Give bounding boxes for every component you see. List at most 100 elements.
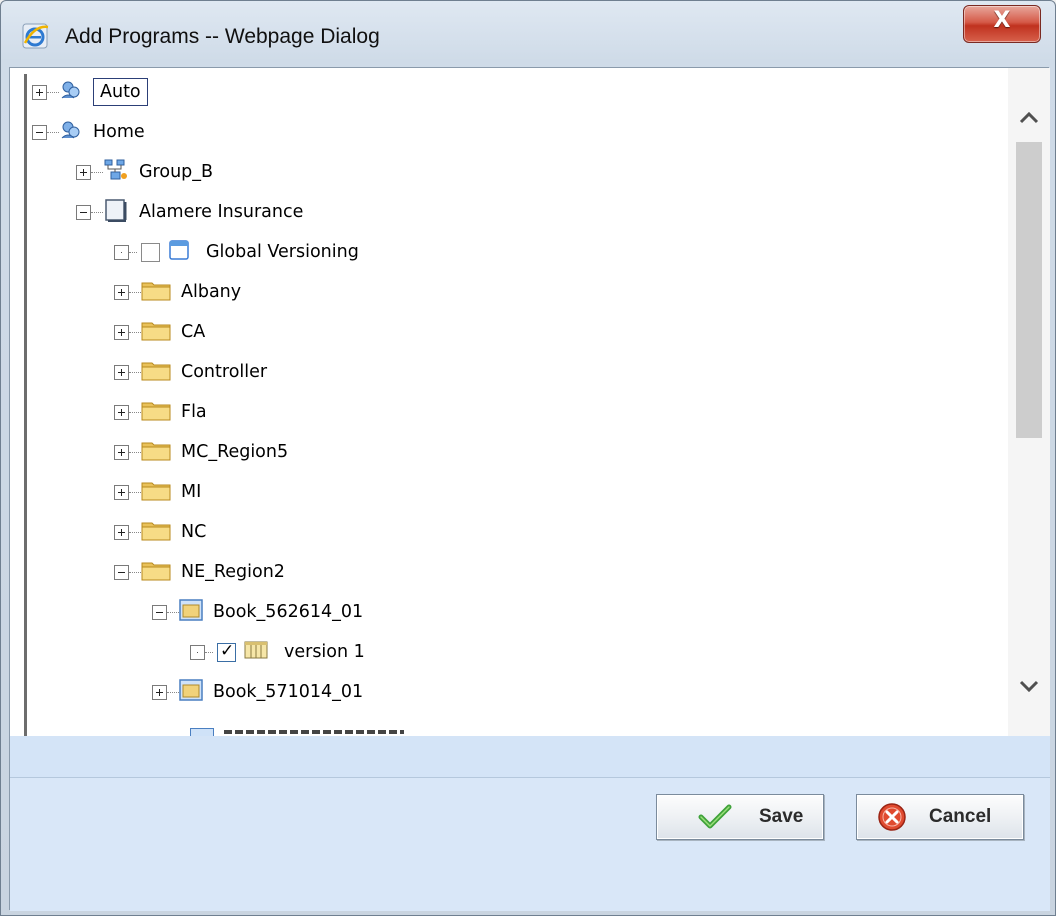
expand-plus-icon[interactable] bbox=[152, 684, 167, 700]
expand-plus-icon[interactable] bbox=[114, 364, 129, 380]
tree-node-label[interactable]: Home bbox=[93, 122, 145, 142]
tree-node-label[interactable]: NC bbox=[181, 522, 206, 542]
tree-node-partial bbox=[190, 728, 490, 736]
tree-node-label[interactable]: Book_562614_01 bbox=[213, 602, 363, 622]
cancel-button[interactable]: Cancel bbox=[856, 794, 1024, 840]
tree-node[interactable]: Group_B bbox=[76, 154, 213, 190]
title-bar[interactable]: Add Programs -- Webpage Dialog X bbox=[1, 1, 1056, 67]
book-icon bbox=[179, 599, 203, 625]
tree-node[interactable]: Book_562614_01 bbox=[152, 594, 363, 630]
collapse-minus-icon[interactable] bbox=[76, 204, 91, 220]
tree-node[interactable]: CA bbox=[114, 314, 205, 350]
internet-explorer-icon bbox=[22, 23, 49, 49]
save-button[interactable]: Save bbox=[656, 794, 824, 840]
tree-node[interactable]: Albany bbox=[114, 274, 241, 310]
tree-node-label[interactable]: Book_571014_01 bbox=[213, 682, 363, 702]
tree-connector bbox=[129, 492, 141, 493]
expand-plus-icon[interactable] bbox=[114, 524, 129, 540]
tree-connector bbox=[129, 372, 141, 373]
tree-node-label[interactable]: Global Versioning bbox=[206, 242, 359, 262]
expand-plus-icon[interactable] bbox=[114, 404, 129, 420]
tree-node[interactable]: ✓ version 1 bbox=[190, 634, 365, 670]
folder-icon bbox=[141, 279, 171, 305]
collapse-minus-icon[interactable] bbox=[32, 124, 47, 140]
tree-node-label[interactable]: Fla bbox=[181, 402, 207, 422]
cancel-icon bbox=[878, 803, 906, 831]
tree-node[interactable]: Auto bbox=[32, 74, 148, 110]
window-title: Add Programs -- Webpage Dialog bbox=[65, 25, 380, 48]
scroll-down-icon[interactable] bbox=[1008, 660, 1050, 720]
table-icon bbox=[244, 639, 268, 665]
checkmark-icon bbox=[698, 804, 732, 829]
network-group-icon bbox=[103, 158, 129, 186]
tree-node-label[interactable]: MC_Region5 bbox=[181, 442, 288, 462]
program-tree-pane[interactable]: Auto Home Group_B Alamere Insurance Global V… bbox=[10, 68, 1050, 737]
leaf-dot-icon bbox=[114, 244, 129, 260]
dialog-content: Auto Home Group_B Alamere Insurance Global V… bbox=[9, 67, 1050, 911]
tree-node-label[interactable]: Auto bbox=[93, 78, 148, 106]
tree-node[interactable]: Controller bbox=[114, 354, 267, 390]
collapse-minus-icon[interactable] bbox=[114, 564, 129, 580]
folder-icon bbox=[141, 559, 171, 585]
window-icon bbox=[168, 239, 190, 265]
tree-connector bbox=[167, 692, 179, 693]
tree-node[interactable]: Home bbox=[32, 114, 145, 150]
tree-node[interactable]: NC bbox=[114, 514, 206, 550]
group-icon bbox=[59, 78, 83, 106]
tree-connector bbox=[129, 532, 141, 533]
expand-plus-icon[interactable] bbox=[114, 324, 129, 340]
tree-connector bbox=[167, 612, 179, 613]
expand-plus-icon[interactable] bbox=[114, 284, 129, 300]
scrollbar-thumb[interactable] bbox=[1016, 142, 1042, 438]
status-strip bbox=[10, 736, 1050, 778]
folder-icon bbox=[141, 439, 171, 465]
tree-node[interactable]: Alamere Insurance bbox=[76, 194, 303, 230]
tree-node-label[interactable]: Controller bbox=[181, 362, 267, 382]
tree-node-label[interactable]: MI bbox=[181, 482, 201, 502]
company-icon bbox=[103, 197, 129, 227]
tree-connector bbox=[129, 252, 137, 253]
tree-node-label[interactable]: NE_Region2 bbox=[181, 562, 285, 582]
scroll-up-icon[interactable] bbox=[1008, 84, 1050, 144]
folder-icon bbox=[141, 479, 171, 505]
tree-node[interactable]: Global Versioning bbox=[114, 234, 359, 270]
tree-node[interactable]: NE_Region2 bbox=[114, 554, 285, 590]
tree-node-label[interactable]: version 1 bbox=[284, 642, 365, 662]
vertical-scrollbar[interactable] bbox=[1008, 68, 1050, 736]
folder-icon bbox=[141, 519, 171, 545]
tree-connector bbox=[91, 172, 103, 173]
expand-plus-icon[interactable] bbox=[114, 484, 129, 500]
node-checkbox[interactable]: ✓ bbox=[217, 640, 236, 662]
close-button[interactable]: X bbox=[963, 5, 1041, 43]
tree-connector bbox=[129, 332, 141, 333]
tree-connector bbox=[129, 452, 141, 453]
tree-node[interactable]: Fla bbox=[114, 394, 207, 430]
expand-plus-icon[interactable] bbox=[32, 84, 47, 100]
tree-connector bbox=[129, 412, 141, 413]
tree-connector bbox=[129, 572, 141, 573]
close-icon: X bbox=[993, 8, 1011, 33]
group-icon bbox=[59, 118, 83, 146]
expand-plus-icon[interactable] bbox=[76, 164, 91, 180]
tree-node[interactable]: Book_571014_01 bbox=[152, 674, 363, 710]
tree-node-label[interactable]: CA bbox=[181, 322, 205, 342]
tree-node[interactable]: MC_Region5 bbox=[114, 434, 288, 470]
tree-node-label[interactable]: Alamere Insurance bbox=[139, 202, 303, 222]
tree-node[interactable]: MI bbox=[114, 474, 201, 510]
tree-node-label[interactable]: Albany bbox=[181, 282, 241, 302]
expand-plus-icon[interactable] bbox=[114, 444, 129, 460]
tree-node-label[interactable]: Group_B bbox=[139, 162, 213, 182]
leaf-dot-icon bbox=[190, 644, 205, 660]
tree-connector bbox=[129, 292, 141, 293]
checkmark-icon: ✓ bbox=[220, 640, 235, 661]
cancel-button-label: Cancel bbox=[929, 806, 992, 827]
folder-icon bbox=[141, 399, 171, 425]
save-button-label: Save bbox=[759, 806, 804, 827]
tree-connector bbox=[47, 132, 59, 133]
tree-connector bbox=[205, 652, 213, 653]
collapse-minus-icon[interactable] bbox=[152, 604, 167, 620]
program-tree: Auto Home Group_B Alamere Insurance Global V… bbox=[10, 68, 1010, 736]
node-checkbox[interactable] bbox=[141, 242, 160, 262]
dialog-footer: Save Cancel bbox=[10, 778, 1050, 911]
book-icon bbox=[179, 679, 203, 705]
